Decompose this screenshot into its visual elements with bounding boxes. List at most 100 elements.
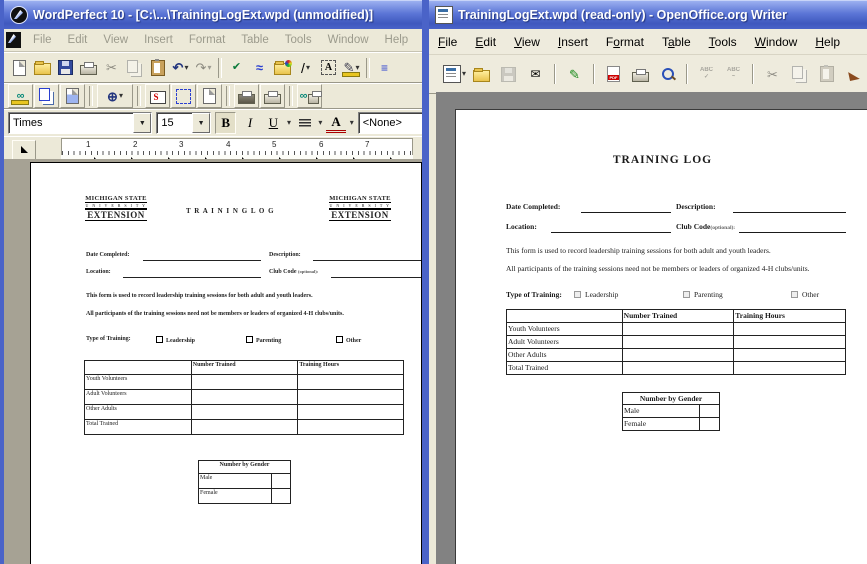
print-document-button[interactable] <box>234 84 259 108</box>
draw-line-button[interactable]: /▾ <box>294 57 317 79</box>
leadership-checkbox <box>574 291 581 298</box>
scrapbook-button[interactable] <box>271 57 294 79</box>
glasses-icon: ∞ <box>17 91 25 102</box>
spellcheck-button[interactable]: ABC✓ <box>695 63 718 85</box>
menu-table[interactable]: Table <box>233 31 277 49</box>
menu-edit[interactable]: Edit <box>466 32 505 52</box>
justification-button[interactable] <box>295 113 314 133</box>
menu-window[interactable]: Window <box>320 31 377 49</box>
underline-dropdown[interactable]: ▾ <box>287 119 291 127</box>
cut-button[interactable]: ✂ <box>761 63 784 85</box>
open-button[interactable] <box>31 57 54 79</box>
paste-button[interactable] <box>815 63 838 85</box>
numbering-icon: ≡ <box>381 62 388 74</box>
print-button[interactable] <box>629 63 652 85</box>
description-label: Description: <box>676 202 716 211</box>
autospellcheck-button[interactable]: ABC~ <box>722 63 745 85</box>
new-document-icon <box>443 65 461 83</box>
new-document-button[interactable] <box>8 57 31 79</box>
menu-tools[interactable]: Tools <box>700 32 746 52</box>
font-attributes-button[interactable]: A <box>326 114 345 133</box>
menu-insert[interactable]: Insert <box>136 31 181 49</box>
writer-page[interactable]: TRAINING LOG Date Completed: Description… <box>455 109 867 564</box>
draw-button[interactable]: ≈ <box>248 57 271 79</box>
print-button[interactable] <box>77 57 100 79</box>
color-ball-icon <box>285 60 292 67</box>
redo-button[interactable]: ↷▾ <box>192 57 215 79</box>
menu-format[interactable]: Format <box>597 32 653 52</box>
new-view-button[interactable] <box>197 84 222 108</box>
export-pdf-button[interactable] <box>602 63 625 85</box>
new-document-button[interactable]: ▾ <box>443 63 466 85</box>
menu-view[interactable]: View <box>505 32 549 52</box>
page-preview-button[interactable] <box>656 63 679 85</box>
table-row: Other Adults <box>507 349 846 362</box>
font-name-arrow[interactable]: ▼ <box>133 113 151 133</box>
font-size-combo[interactable]: 15 ▼ <box>156 112 211 134</box>
copy-button[interactable] <box>123 57 146 79</box>
two-pages-view-button[interactable] <box>34 84 59 108</box>
menu-help[interactable]: Help <box>806 32 849 52</box>
menu-edit[interactable]: Edit <box>60 31 96 49</box>
cut-button[interactable]: ✂ <box>100 57 123 79</box>
open-button[interactable] <box>470 63 493 85</box>
writer-titlebar[interactable]: TrainingLogExt.wpd (read-only) - OpenOff… <box>429 0 867 29</box>
wordperfect-menubar: File Edit View Insert Format Table Tools… <box>4 29 423 52</box>
font-name-combo[interactable]: Times ▼ <box>8 112 152 134</box>
wordperfect-page[interactable]: MICHIGAN STATE U N I V E R S I T Y EXTEN… <box>30 162 422 564</box>
club-code-line <box>331 276 421 278</box>
menu-file[interactable]: File <box>25 31 60 49</box>
tab-type-button[interactable] <box>12 140 36 160</box>
document-control-icon[interactable] <box>6 32 21 48</box>
full-page-zoom-button[interactable] <box>171 84 196 108</box>
print-preview-button[interactable]: ∞ <box>297 84 322 108</box>
menu-table[interactable]: Table <box>653 32 700 52</box>
menu-file[interactable]: File <box>429 32 466 52</box>
menu-tools[interactable]: Tools <box>277 31 320 49</box>
writer-menubar: File Edit View Insert Format Table Tools… <box>429 29 867 55</box>
wordperfect-app-icon <box>10 6 28 24</box>
wordperfect-titlebar[interactable]: WordPerfect 10 - [C:\...\TrainingLogExt.… <box>4 0 423 29</box>
menu-format[interactable]: Format <box>181 31 233 49</box>
option-parenting: Parenting <box>246 336 281 344</box>
row-label: Adult Volunteers <box>507 336 623 349</box>
quickformat-button[interactable]: ✔ <box>225 57 248 79</box>
option-other: Other <box>791 290 819 299</box>
redo-dropdown: ▾ <box>207 64 211 72</box>
undo-button[interactable]: ↶▾ <box>169 57 192 79</box>
row-label: Adult Volunteers <box>85 390 192 405</box>
zoom-button[interactable]: ⊕▾ <box>97 84 133 108</box>
menu-view[interactable]: View <box>95 31 136 49</box>
font-size-arrow[interactable]: ▼ <box>192 113 210 133</box>
paste-button[interactable] <box>146 57 169 79</box>
menu-window[interactable]: Window <box>746 32 807 52</box>
save-button[interactable] <box>54 57 77 79</box>
table-row: Total Trained <box>507 362 846 375</box>
wordperfect-window: WordPerfect 10 - [C:\...\TrainingLogExt.… <box>0 0 426 564</box>
italic-button[interactable]: I <box>240 113 259 133</box>
format-paintbrush-button[interactable] <box>842 63 865 85</box>
ruler-strip[interactable]: 1 2 3 4 5 6 7 <box>61 138 413 156</box>
draw-squiggle-icon: ≈ <box>256 61 263 74</box>
menu-help[interactable]: Help <box>377 31 417 49</box>
menu-insert[interactable]: Insert <box>549 32 597 52</box>
justification-dropdown[interactable]: ▾ <box>318 119 322 127</box>
edit-file-button[interactable]: ✎ <box>563 63 586 85</box>
underline-button[interactable]: U <box>264 113 283 133</box>
textbox-button[interactable]: A <box>317 57 340 79</box>
bold-button[interactable]: B <box>215 112 236 134</box>
print-button-2[interactable] <box>260 84 285 108</box>
email-button[interactable]: ✉ <box>524 63 547 85</box>
font-attributes-dropdown[interactable]: ▾ <box>350 119 354 127</box>
browse-mode-button[interactable]: ∞ <box>8 84 33 108</box>
training-table-header-blank <box>85 361 192 375</box>
copy-button[interactable] <box>788 63 811 85</box>
page-columns-button[interactable] <box>60 84 85 108</box>
highlight-dropdown: ▾ <box>355 64 359 72</box>
highlight-button[interactable]: ✎▾ <box>340 57 363 79</box>
styles-combo[interactable]: <None> <box>358 112 423 134</box>
save-button[interactable] <box>497 63 520 85</box>
numbering-button[interactable]: ≡ <box>373 57 396 79</box>
spell-check-button[interactable] <box>145 84 170 108</box>
writer-title: TrainingLogExt.wpd (read-only) - OpenOff… <box>458 8 787 22</box>
